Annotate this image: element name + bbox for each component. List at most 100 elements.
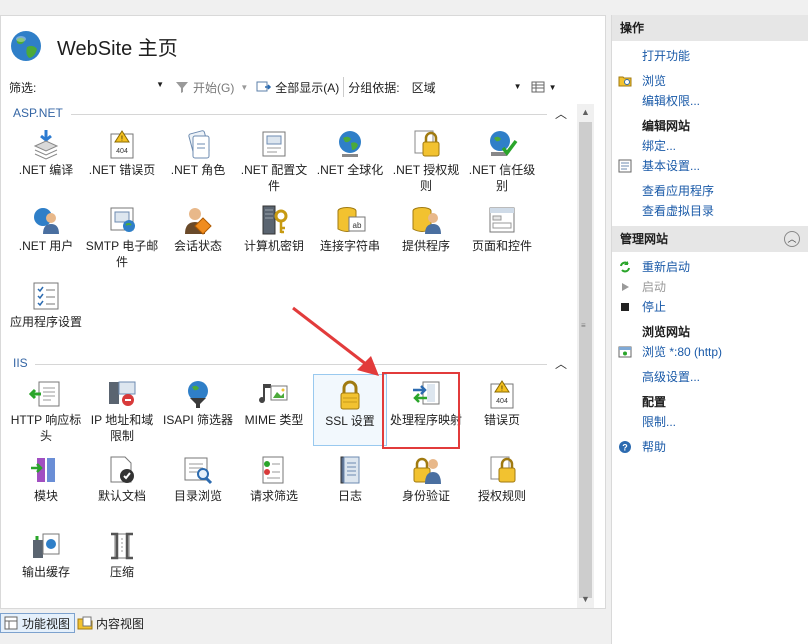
tile-error-pages[interactable]: 404! 错误页: [465, 374, 539, 446]
group-browse-site: 浏览网站: [612, 322, 808, 342]
tile-compression[interactable]: 压缩: [85, 526, 159, 598]
tile-providers[interactable]: 提供程序: [389, 200, 463, 272]
scrollbar-thumb[interactable]: [579, 122, 592, 598]
request-filter-icon: [262, 456, 284, 484]
tile-label: 模块: [33, 489, 58, 503]
action-stop[interactable]: 停止: [612, 297, 808, 317]
action-link[interactable]: 编辑权限...: [642, 94, 700, 108]
tile-ssl-settings[interactable]: SSL 设置: [313, 374, 387, 446]
action-link[interactable]: 重新启动: [642, 260, 690, 274]
section-aspnet[interactable]: ASP.NET ︿: [13, 106, 573, 122]
action-link[interactable]: 高级设置...: [642, 370, 700, 384]
content-view-tab[interactable]: 内容视图: [75, 613, 148, 633]
tile-label: 页面和控件: [471, 239, 532, 253]
action-link[interactable]: 停止: [642, 300, 666, 314]
trust-level-icon: [490, 131, 518, 156]
tile-http-headers[interactable]: HTTP 响应标头: [9, 374, 83, 446]
output-cache-icon: [33, 533, 60, 558]
chevron-down-icon[interactable]: ▼: [156, 80, 164, 89]
app-settings-icon: [33, 282, 59, 310]
action-link[interactable]: 浏览 *:80 (http): [642, 345, 722, 359]
tile-session-state[interactable]: 会话状态: [161, 200, 235, 272]
features-view-tab[interactable]: 功能视图: [0, 613, 76, 633]
action-start: 启动: [612, 277, 808, 297]
group-by-select[interactable]: 区域 ▼: [412, 77, 522, 97]
actions-title: 操作: [620, 21, 645, 35]
collapse-icon[interactable]: ︿: [555, 355, 567, 372]
action-view-virtual-directories[interactable]: 查看虚拟目录: [612, 201, 808, 221]
tile-net-trust[interactable]: .NET 信任级别: [465, 124, 539, 196]
action-edit-permissions[interactable]: 编辑权限...: [612, 91, 808, 111]
tile-label: .NET 用户: [18, 239, 74, 253]
tile-authorization-rules[interactable]: 授权规则: [465, 450, 539, 522]
action-basic-settings[interactable]: 基本设置...: [612, 156, 808, 176]
tile-request-filtering[interactable]: 请求筛选: [237, 450, 311, 522]
tile-net-compile[interactable]: .NET 编译: [9, 124, 83, 196]
tile-net-error-pages[interactable]: 404! .NET 错误页: [85, 124, 159, 196]
action-link[interactable]: 查看虚拟目录: [642, 204, 714, 218]
chevron-down-icon[interactable]: ▼: [514, 82, 522, 91]
start-filter-button[interactable]: 开始(G) ▼: [174, 79, 248, 96]
tile-output-caching[interactable]: 输出缓存: [9, 526, 83, 598]
action-help[interactable]: ? 帮助: [612, 437, 808, 457]
tile-logging[interactable]: 日志: [313, 450, 387, 522]
collapse-icon[interactable]: ︿: [555, 105, 567, 122]
tile-ip-restrictions[interactable]: IP 地址和域限制: [85, 374, 159, 446]
view-grid-icon: [531, 81, 545, 93]
page-header: WebSite 主页: [9, 28, 178, 64]
chevron-down-icon[interactable]: ▼: [549, 83, 557, 92]
view-mode-button[interactable]: ▼: [530, 79, 557, 95]
action-view-applications[interactable]: 查看应用程序: [612, 181, 808, 201]
tile-app-settings[interactable]: 应用程序设置: [9, 276, 83, 350]
action-link[interactable]: 浏览: [642, 74, 666, 88]
show-all-button[interactable]: 全部显示(A): [256, 79, 339, 96]
action-limits[interactable]: 限制...: [612, 412, 808, 432]
group-by-label: 分组依据:: [348, 80, 400, 95]
chevron-down-icon[interactable]: ▼: [240, 83, 248, 92]
help-icon: ?: [619, 441, 631, 453]
action-link[interactable]: 限制...: [642, 415, 676, 429]
action-link[interactable]: 绑定...: [642, 139, 676, 153]
action-link[interactable]: 帮助: [642, 440, 666, 454]
tile-net-users[interactable]: .NET 用户: [9, 200, 83, 272]
scroll-up-icon[interactable]: ▲: [577, 104, 594, 121]
annotation-arrow-icon: [292, 306, 379, 376]
tile-isapi-filters[interactable]: ISAPI 筛选器: [161, 374, 235, 446]
action-open-feature[interactable]: 打开功能: [612, 46, 808, 66]
tile-machine-key[interactable]: 计算机密钥: [237, 200, 311, 272]
tile-label: IP 地址和域限制: [90, 413, 154, 443]
action-link[interactable]: 基本设置...: [642, 159, 700, 173]
section-iis-label: IIS: [13, 356, 28, 370]
tile-net-authorization[interactable]: .NET 授权规则: [389, 124, 463, 196]
action-bindings[interactable]: 绑定...: [612, 136, 808, 156]
tile-authentication[interactable]: 身份验证: [389, 450, 463, 522]
action-link[interactable]: 查看应用程序: [642, 184, 714, 198]
group-label: 配置: [642, 395, 667, 409]
action-link[interactable]: 打开功能: [642, 49, 690, 63]
manage-site-header[interactable]: 管理网站 ︿: [612, 226, 808, 252]
pages-controls-icon: [489, 207, 515, 233]
tile-smtp[interactable]: SMTP 电子邮件: [85, 200, 159, 272]
tile-default-document[interactable]: 默认文档: [85, 450, 159, 522]
tile-pages-controls[interactable]: 页面和控件: [465, 200, 539, 272]
providers-icon: [412, 207, 441, 234]
svg-text:ab: ab: [353, 221, 362, 230]
tile-connection-strings[interactable]: ab 连接字符串: [313, 200, 387, 272]
collapse-icon[interactable]: ︿: [784, 231, 800, 247]
tile-directory-browsing[interactable]: 目录浏览: [161, 450, 235, 522]
tile-net-profile[interactable]: .NET 配置文件: [237, 124, 311, 196]
tile-label: 请求筛选: [249, 489, 298, 503]
tile-modules[interactable]: 模块: [9, 450, 83, 522]
tile-mime-types[interactable]: MIME 类型: [237, 374, 311, 446]
section-aspnet-label: ASP.NET: [13, 106, 63, 120]
action-browse[interactable]: 浏览: [612, 71, 808, 91]
action-advanced-settings[interactable]: 高级设置...: [612, 367, 808, 387]
svg-text:!: !: [121, 136, 123, 143]
filter-input[interactable]: ▼: [46, 77, 166, 97]
action-restart[interactable]: 重新启动: [612, 257, 808, 277]
vertical-scrollbar[interactable]: ▲ ≡ ▼: [577, 104, 594, 608]
tile-net-roles[interactable]: .NET 角色: [161, 124, 235, 196]
action-browse-80[interactable]: 浏览 *:80 (http): [612, 342, 808, 362]
tile-net-globalization[interactable]: .NET 全球化: [313, 124, 387, 196]
scroll-down-icon[interactable]: ▼: [577, 591, 594, 608]
